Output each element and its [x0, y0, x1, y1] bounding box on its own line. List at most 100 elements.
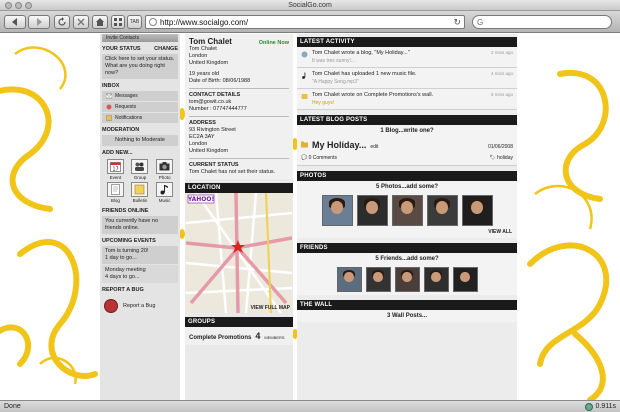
blog-count-link[interactable]: 1 Blog...write one? — [297, 125, 517, 137]
music-activity-icon — [302, 72, 306, 79]
latest-blog-posts-header: LATEST BLOG POSTS — [297, 115, 517, 125]
invite-contacts-button[interactable]: Invite Contacts — [102, 34, 178, 42]
your-status-header: YOUR STATUS CHANGE — [100, 42, 180, 53]
blog-tag-link[interactable]: 🏷 holiday — [489, 155, 513, 161]
moderation-status: Nothing to Moderate — [102, 135, 178, 146]
inbox-requests-label: Requests — [115, 104, 137, 110]
search-field[interactable]: G — [472, 15, 612, 29]
status-prompt-box[interactable]: Click here to set your status. What are … — [102, 54, 178, 79]
activity-item[interactable]: Tom Chalet wrote a blog, "My Holiday..."… — [297, 47, 517, 68]
envelope-icon — [106, 93, 112, 99]
inbox-messages-item[interactable]: Messages — [102, 91, 178, 101]
profile-card: Tom Chalet Online Now Tom Chalet London … — [185, 34, 293, 179]
friend-thumbnail[interactable] — [365, 267, 391, 292]
change-status-link[interactable]: CHANGE — [154, 46, 178, 52]
tab-button[interactable]: TAB — [127, 15, 142, 29]
friends-count-link[interactable]: 5 Friends...add some? — [297, 253, 517, 265]
url-reload-icon[interactable]: ↻ — [453, 17, 461, 28]
camera-icon — [156, 159, 174, 174]
photo-thumbnail[interactable] — [426, 195, 458, 226]
profile-column: Tom Chalet Online Now Tom Chalet London … — [185, 34, 293, 400]
report-bug-label: REPORT A BUG — [102, 287, 144, 293]
inbox-notifications-item[interactable]: Notifications — [102, 113, 178, 123]
contact-details-label: CONTACT DETAILS — [189, 92, 241, 98]
group-item[interactable]: Complete Promotions 4 MEMBERS — [185, 327, 293, 345]
friend-thumbnail[interactable] — [452, 267, 478, 292]
address-url: http://www.socialgo.com/ — [160, 17, 249, 27]
add-blog-label: Blog — [110, 198, 120, 203]
back-button[interactable] — [4, 15, 26, 29]
activity-item[interactable]: Tom Chalet has uploaded 1 new music file… — [297, 68, 517, 89]
inbox-label: INBOX — [102, 83, 120, 89]
group-icon — [131, 159, 149, 174]
wall-count-link[interactable]: 3 Wall Posts... — [297, 310, 517, 322]
bookmarks-button[interactable] — [111, 15, 125, 29]
add-group-button[interactable]: Group — [129, 159, 152, 180]
profile-email[interactable]: tom@gowit.co.uk — [189, 99, 289, 106]
search-engine-icon: G — [477, 17, 484, 27]
event-item[interactable]: Tom is turning 20! 1 day to go... — [102, 246, 178, 264]
stop-icon — [77, 18, 85, 26]
blog-post-title[interactable]: My Holiday... — [312, 140, 366, 150]
add-group-label: Group — [133, 175, 147, 180]
add-event-button[interactable]: 17 Event — [104, 159, 127, 180]
current-status-text: Tom Chalet has not set their status. — [189, 169, 276, 175]
group-members-label: MEMBERS — [264, 335, 285, 340]
report-bug-text: Report a Bug — [123, 303, 156, 309]
profile-name-row: Tom Chalet Online Now — [189, 37, 289, 46]
photo-thumbnail[interactable] — [391, 195, 423, 226]
activity-item[interactable]: Tom Chalet wrote on Complete Promotions'… — [297, 89, 517, 110]
zoom-window-button[interactable] — [25, 2, 32, 9]
svg-text:17: 17 — [112, 166, 118, 172]
location-header: LOCATION — [185, 183, 293, 193]
grid-icon — [114, 18, 122, 26]
activity-time: 5 mins ago — [490, 92, 513, 97]
friend-thumbnail[interactable] — [394, 267, 420, 292]
add-bulletin-label: Bulletin — [132, 198, 148, 203]
latest-activity-header: LATEST ACTIVITY — [297, 37, 517, 47]
current-status-label: CURRENT STATUS — [189, 162, 239, 168]
forward-button[interactable] — [28, 15, 50, 29]
friends-header: FRIENDS — [297, 243, 517, 253]
photos-count-link[interactable]: 5 Photos...add some? — [297, 181, 517, 193]
inbox-requests-item[interactable]: Requests — [102, 102, 178, 112]
back-arrow-icon — [12, 18, 17, 26]
bulletin-icon — [131, 182, 149, 197]
friend-thumbnail[interactable] — [336, 267, 362, 292]
wall-activity-icon — [301, 94, 308, 99]
close-window-button[interactable] — [5, 2, 12, 9]
blog-edit-link[interactable]: edit — [370, 144, 378, 150]
view-all-photos-link[interactable]: VIEW ALL — [297, 229, 517, 238]
address-line: EC2A 3AY — [189, 134, 215, 140]
inbox-messages-label: Messages — [115, 93, 138, 99]
online-status-badge: Online Now — [258, 40, 289, 46]
add-event-label: Event — [109, 175, 122, 180]
photo-thumbnail[interactable] — [321, 195, 353, 226]
activity-subtext: Hey guys! — [312, 100, 335, 106]
minimize-window-button[interactable] — [15, 2, 22, 9]
address-line: 93 Rivington Street — [189, 127, 236, 133]
blog-comments-link[interactable]: 💬 0 Comments — [301, 155, 337, 161]
friend-thumbnails — [297, 265, 517, 295]
activity-text: Tom Chalet has uploaded 1 new music file… — [312, 71, 417, 77]
photo-thumbnail[interactable] — [356, 195, 388, 226]
event-item[interactable]: Monday meeting 4 days to go... — [102, 265, 178, 283]
add-blog-button[interactable]: Blog — [104, 182, 127, 203]
requests-icon — [106, 104, 112, 110]
location-map[interactable]: YAHOO! VIEW FULL MAP — [186, 193, 292, 313]
blog-post-item[interactable]: My Holiday... edit 01/06/2008 — [297, 137, 517, 153]
your-status-label: YOUR STATUS — [102, 46, 141, 52]
photo-thumbnail[interactable] — [461, 195, 493, 226]
add-photo-button[interactable]: Photo — [153, 159, 176, 180]
view-full-map-link[interactable]: VIEW FULL MAP — [251, 305, 290, 311]
blog-icon — [106, 182, 124, 197]
address-bar[interactable]: http://www.socialgo.com/ ↻ — [145, 15, 465, 29]
add-bulletin-button[interactable]: Bulletin — [129, 182, 152, 203]
add-music-button[interactable]: Music — [153, 182, 176, 203]
reload-button[interactable] — [54, 15, 70, 29]
stop-button[interactable] — [73, 15, 89, 29]
street-map-graphic: YAHOO! — [186, 193, 292, 313]
home-button[interactable] — [92, 15, 108, 29]
friend-thumbnail[interactable] — [423, 267, 449, 292]
report-bug-button[interactable]: Report a Bug — [100, 294, 180, 318]
